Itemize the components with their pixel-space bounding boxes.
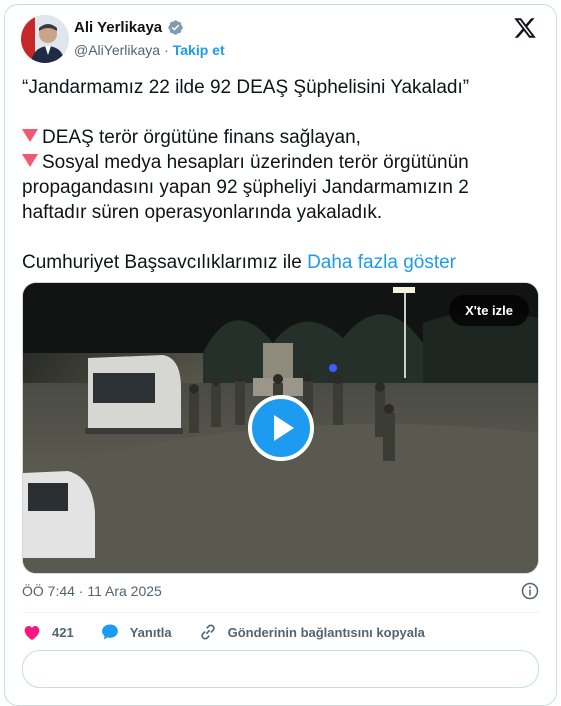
- play-icon: [274, 415, 294, 441]
- copy-link-label: Gönderinin bağlantısını kopyala: [227, 624, 425, 640]
- link-icon: [200, 624, 215, 640]
- watch-on-x-button[interactable]: X'te izle: [449, 295, 529, 326]
- bullet-line-1: DEAŞ terör örgütüne finans sağlayan,: [22, 125, 532, 150]
- author-handle-row: @AliYerlikaya · Takip et: [74, 42, 225, 58]
- red-triangle-icon: [22, 129, 38, 142]
- copy-link-button[interactable]: Gönderinin bağlantısını kopyala: [198, 622, 425, 642]
- tweet-text: “Jandarmamız 22 ilde 92 DEAŞ Şüphelisini…: [22, 75, 532, 275]
- bullet-line-2: Sosyal medya hesapları üzerinden terör ö…: [22, 152, 469, 223]
- verified-badge-icon: [168, 20, 183, 35]
- reply-bubble-icon: [101, 624, 118, 640]
- show-more-link[interactable]: Daha fazla göster: [307, 252, 456, 273]
- avatar[interactable]: [21, 15, 69, 63]
- divider: [22, 612, 539, 613]
- follow-button[interactable]: Takip et: [173, 42, 225, 58]
- reply-button[interactable]: Yanıtla: [100, 622, 172, 642]
- red-triangle-icon: [22, 154, 38, 167]
- like-button[interactable]: 421: [22, 622, 74, 642]
- info-icon[interactable]: [521, 582, 539, 600]
- like-count: 421: [52, 624, 74, 640]
- tweet-timestamp[interactable]: ÖÖ 7:44 · 11 Ara 2025: [22, 583, 162, 599]
- action-bar: 421 Yanıtla Gönderinin bağlantısını kopy…: [22, 622, 451, 642]
- tweet-headline: “Jandarmamız 22 ilde 92 DEAŞ Şüphelisini…: [22, 77, 470, 98]
- video-player[interactable]: X'te izle: [22, 282, 539, 574]
- play-button[interactable]: [248, 395, 314, 461]
- author-name[interactable]: Ali Yerlikaya: [74, 19, 162, 36]
- author-name-row: Ali Yerlikaya: [74, 19, 184, 36]
- reply-label: Yanıtla: [129, 624, 172, 640]
- bottom-action-button[interactable]: [22, 650, 539, 688]
- heart-icon: [24, 626, 40, 640]
- separator-dot: ·: [164, 42, 169, 58]
- x-logo-icon[interactable]: [513, 16, 537, 40]
- author-handle[interactable]: @AliYerlikaya: [74, 42, 160, 58]
- tweet-last-line: Cumhuriyet Başsavcılıklarımız ile Daha f…: [22, 252, 456, 273]
